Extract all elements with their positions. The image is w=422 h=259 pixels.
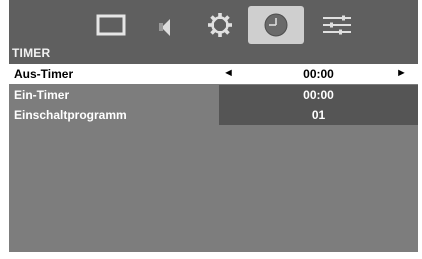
tab-timer[interactable]: [248, 6, 304, 44]
tab-picture[interactable]: [84, 6, 140, 44]
tab-sound[interactable]: [139, 6, 195, 44]
tv-menu-screen: TIMER Aus-Timer ◄ 00:00 ► Ein-Timer 00:0…: [9, 0, 418, 252]
screen-icon: [96, 14, 126, 36]
section-title: TIMER: [12, 46, 51, 60]
clock-icon: [264, 13, 288, 37]
menu-row-ein-timer[interactable]: Ein-Timer 00:00: [9, 85, 418, 105]
tab-setup[interactable]: [309, 6, 365, 44]
sliders-icon: [323, 15, 351, 35]
row-value: 00:00: [303, 88, 334, 102]
row-label: Ein-Timer: [14, 88, 70, 102]
row-label: Aus-Timer: [14, 67, 74, 81]
gear-icon: [208, 13, 232, 37]
menu-row-einschaltprogramm[interactable]: Einschaltprogramm 01: [9, 105, 418, 125]
arrow-right-icon[interactable]: ►: [396, 67, 407, 79]
row-value: 00:00: [303, 67, 334, 81]
menu-row-aus-timer[interactable]: Aus-Timer ◄ 00:00 ►: [9, 64, 418, 84]
tab-settings[interactable]: [192, 6, 248, 44]
speaker-icon: [159, 19, 170, 36]
row-value: 01: [311, 108, 326, 122]
row-label: Einschaltprogramm: [14, 108, 127, 122]
